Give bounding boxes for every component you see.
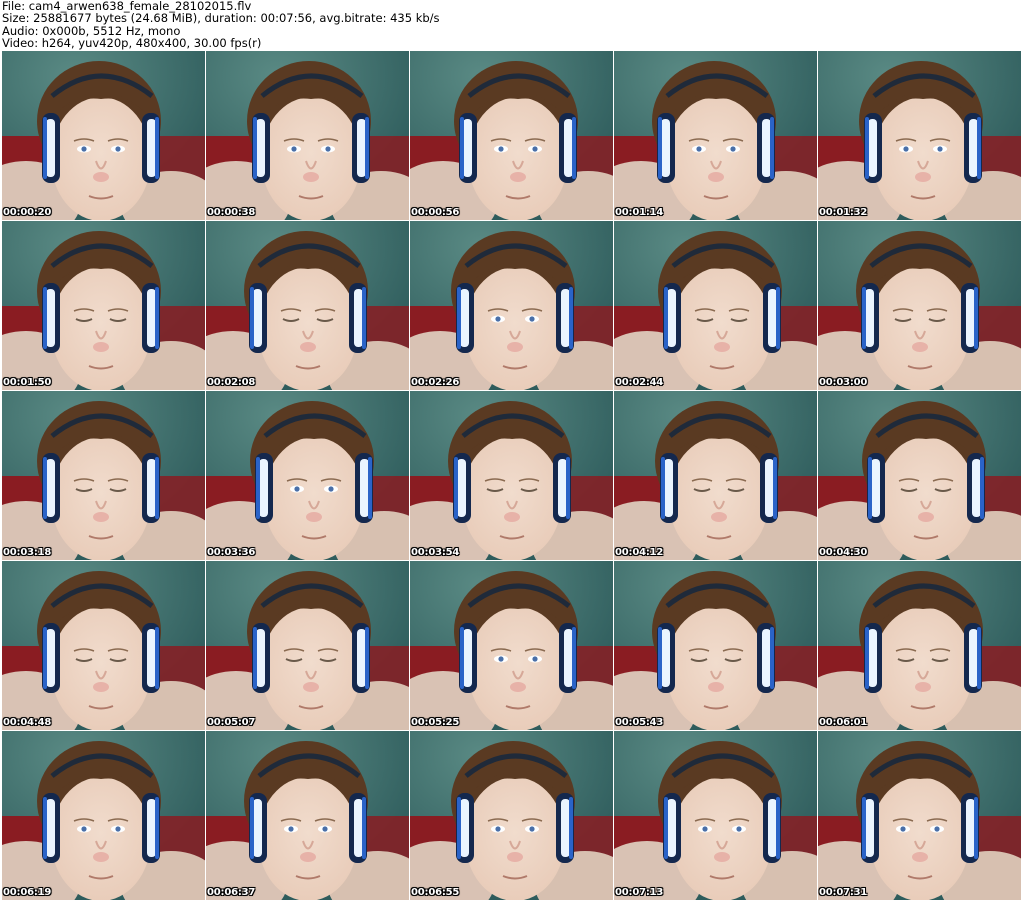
thumbnail-timestamp: 00:06:37 bbox=[207, 887, 256, 898]
frame-image bbox=[410, 561, 613, 730]
frame-image bbox=[206, 391, 409, 560]
video-thumbnail: 00:00:38 bbox=[206, 51, 409, 220]
thumbnail-timestamp: 00:03:00 bbox=[819, 377, 868, 388]
video-thumbnail: 00:03:00 bbox=[818, 221, 1021, 390]
thumbnail-grid: 00:00:20 00:00:38 00:00:56 00:01:14 00:0… bbox=[2, 51, 1022, 900]
thumbnail-timestamp: 00:06:19 bbox=[3, 887, 52, 898]
frame-image bbox=[410, 391, 613, 560]
thumbnail-timestamp: 00:00:20 bbox=[3, 207, 52, 218]
thumbnail-timestamp: 00:04:48 bbox=[3, 717, 52, 728]
frame-image bbox=[614, 391, 817, 560]
frame-image bbox=[818, 391, 1021, 560]
thumbnail-timestamp: 00:01:14 bbox=[615, 207, 664, 218]
thumbnail-timestamp: 00:07:31 bbox=[819, 887, 868, 898]
frame-image bbox=[206, 731, 409, 900]
video-thumbnail: 00:07:31 bbox=[818, 731, 1021, 900]
video-thumbnail: 00:02:26 bbox=[410, 221, 613, 390]
frame-image bbox=[614, 221, 817, 390]
frame-image bbox=[614, 561, 817, 730]
thumbnail-timestamp: 00:06:01 bbox=[819, 717, 868, 728]
thumbnail-timestamp: 00:03:36 bbox=[207, 547, 256, 558]
frame-image bbox=[206, 221, 409, 390]
thumbnail-timestamp: 00:00:38 bbox=[207, 207, 256, 218]
thumbnail-timestamp: 00:05:43 bbox=[615, 717, 664, 728]
video-thumbnail: 00:00:20 bbox=[2, 51, 205, 220]
thumbnail-timestamp: 00:04:12 bbox=[615, 547, 664, 558]
video-thumbnail: 00:04:30 bbox=[818, 391, 1021, 560]
video-thumbnail: 00:07:13 bbox=[614, 731, 817, 900]
video-thumbnail: 00:06:55 bbox=[410, 731, 613, 900]
video-thumbnail: 00:05:25 bbox=[410, 561, 613, 730]
video-thumbnail: 00:02:44 bbox=[614, 221, 817, 390]
frame-image bbox=[410, 731, 613, 900]
frame-image bbox=[206, 561, 409, 730]
thumbnail-timestamp: 00:04:30 bbox=[819, 547, 868, 558]
thumbnail-timestamp: 00:01:50 bbox=[3, 377, 52, 388]
frame-image bbox=[2, 391, 205, 560]
thumbnail-timestamp: 00:05:25 bbox=[411, 717, 460, 728]
video-thumbnail: 00:05:07 bbox=[206, 561, 409, 730]
frame-image bbox=[818, 51, 1021, 220]
video-thumbnail: 00:06:37 bbox=[206, 731, 409, 900]
frame-image bbox=[614, 731, 817, 900]
thumbnail-timestamp: 00:03:54 bbox=[411, 547, 460, 558]
video-thumbnail: 00:00:56 bbox=[410, 51, 613, 220]
frame-image bbox=[2, 51, 205, 220]
video-thumbnail: 00:04:48 bbox=[2, 561, 205, 730]
thumbnail-timestamp: 00:06:55 bbox=[411, 887, 460, 898]
video-info-line: Video: h264, yuv420p, 480x400, 30.00 fps… bbox=[2, 36, 262, 51]
frame-image bbox=[818, 731, 1021, 900]
frame-image bbox=[614, 51, 817, 220]
video-thumbnail: 00:04:12 bbox=[614, 391, 817, 560]
frame-image bbox=[410, 51, 613, 220]
frame-image bbox=[818, 561, 1021, 730]
video-thumbnail: 00:02:08 bbox=[206, 221, 409, 390]
video-thumbnail: 00:03:36 bbox=[206, 391, 409, 560]
file-size-line: Size: 25881677 bytes (24.68 MiB), durati… bbox=[2, 11, 440, 26]
video-thumbnail: 00:01:50 bbox=[2, 221, 205, 390]
thumbnail-timestamp: 00:05:07 bbox=[207, 717, 256, 728]
frame-image bbox=[2, 561, 205, 730]
thumbnail-timestamp: 00:00:56 bbox=[411, 207, 460, 218]
file-info-header: File: cam4_arwen638_female_28102015.flv … bbox=[2, 0, 1022, 50]
video-thumbnail: 00:06:01 bbox=[818, 561, 1021, 730]
frame-image bbox=[410, 221, 613, 390]
thumbnail-timestamp: 00:01:32 bbox=[819, 207, 868, 218]
frame-image bbox=[2, 731, 205, 900]
thumbnail-timestamp: 00:02:26 bbox=[411, 377, 460, 388]
video-thumbnail: 00:05:43 bbox=[614, 561, 817, 730]
video-thumbnail: 00:01:14 bbox=[614, 51, 817, 220]
video-thumbnail: 00:01:32 bbox=[818, 51, 1021, 220]
frame-image bbox=[2, 221, 205, 390]
thumbnail-timestamp: 00:02:08 bbox=[207, 377, 256, 388]
frame-image bbox=[206, 51, 409, 220]
video-thumbnail: 00:06:19 bbox=[2, 731, 205, 900]
video-thumbnail: 00:03:18 bbox=[2, 391, 205, 560]
video-thumbnail: 00:03:54 bbox=[410, 391, 613, 560]
thumbnail-timestamp: 00:03:18 bbox=[3, 547, 52, 558]
thumbnail-timestamp: 00:02:44 bbox=[615, 377, 664, 388]
frame-image bbox=[818, 221, 1021, 390]
thumbnail-timestamp: 00:07:13 bbox=[615, 887, 664, 898]
